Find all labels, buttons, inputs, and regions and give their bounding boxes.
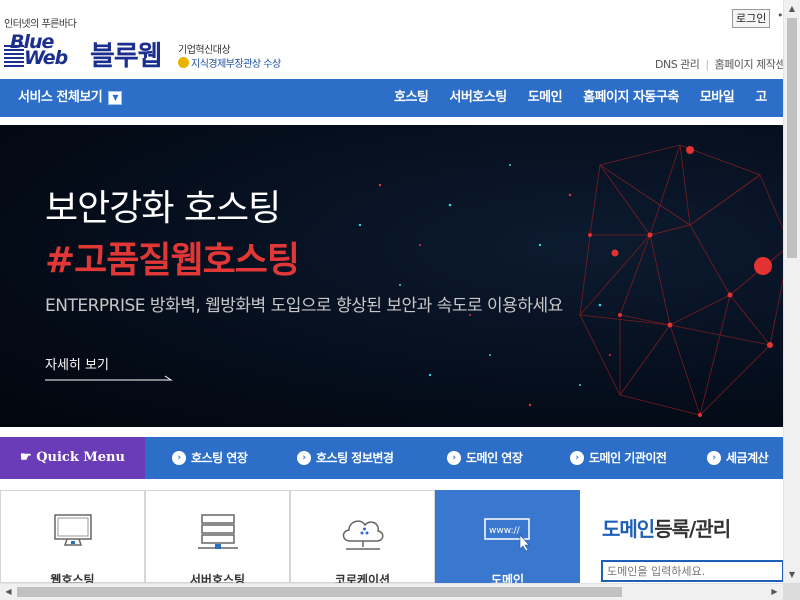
horizontal-scroll-thumb[interactable]	[17, 587, 622, 597]
dns-manage-link[interactable]: DNS 관리	[655, 58, 700, 71]
bluweb-logo[interactable]: Blue Web	[4, 33, 68, 69]
award-title: 기업혁신대상	[178, 45, 231, 56]
quick-item-label: 도메인 연장	[466, 451, 523, 465]
logo-text-web: Web	[24, 47, 68, 69]
quick-menu-label: ☛ Quick Menu	[0, 437, 145, 479]
utility-links: DNS 관리 | 홈페이지 제작센	[655, 58, 783, 71]
svg-text:www://: www://	[489, 526, 521, 536]
nav-item-cut-off[interactable]: 고	[755, 79, 767, 117]
award-subtitle-text: 지식경제부장관상 수상	[191, 59, 281, 70]
hero-banner[interactable]: 보안강화 호스팅 #고품질웹호스팅 ENTERPRISE 방화벽, 웹방화벽 도…	[0, 125, 783, 427]
tagline: 인터넷의 푸른바다	[4, 19, 77, 30]
domain-search-panel: 도메인등록/관리	[580, 490, 783, 583]
service-card-colocation[interactable]: 코로케이션	[290, 490, 435, 583]
nav-item-homepage-builder[interactable]: 홈페이지 자동구축	[583, 79, 679, 117]
domain-title-rest: 등록/관리	[654, 517, 731, 541]
domain-panel-title: 도메인등록/관리	[602, 513, 731, 542]
nav-menu: 호스팅 서버호스팅 도메인 홈페이지 자동구축 모바일 고	[394, 79, 783, 117]
chevron-right-icon: ›	[297, 451, 311, 465]
page: 인터넷의 푸른바다 Blue Web 블루웹 기업혁신대상 지식경제부장관상 수…	[0, 0, 783, 583]
all-services-label: 서비스 전체보기	[18, 90, 103, 105]
arrow-right-icon[interactable]	[45, 375, 175, 383]
scrollbar-corner	[783, 583, 800, 600]
nav-item-domain[interactable]: 도메인	[528, 79, 563, 117]
domain-title-blue: 도메인	[602, 517, 655, 541]
service-card-label: 서버호스팅	[189, 573, 246, 583]
vertical-scroll-thumb[interactable]	[787, 18, 797, 258]
quick-hosting-renew[interactable]: › 호스팅 연장	[172, 437, 248, 479]
chevron-right-icon: ›	[172, 451, 186, 465]
quick-hosting-info-change[interactable]: › 호스팅 정보변경	[297, 437, 394, 479]
all-services-menu[interactable]: 서비스 전체보기 ▼	[18, 79, 123, 117]
cloud-icon	[342, 520, 383, 550]
service-card-label: 웹호스팅	[50, 573, 95, 583]
quick-domain-renew[interactable]: › 도메인 연장	[447, 437, 523, 479]
particle-dots	[358, 164, 611, 407]
monitor-icon	[53, 514, 92, 546]
medal-icon	[178, 57, 189, 68]
scroll-right-icon[interactable]: ▶	[766, 584, 783, 600]
chevron-right-icon: ›	[707, 451, 721, 465]
service-card-server-hosting[interactable]: 서버호스팅	[145, 490, 290, 583]
quick-item-label: 세금계산	[726, 451, 769, 465]
chevron-down-icon[interactable]: ▼	[108, 91, 123, 105]
server-icon	[197, 514, 238, 549]
service-card-web-hosting[interactable]: 웹호스팅	[0, 490, 145, 583]
hero-title: 보안강화 호스팅	[45, 188, 281, 229]
chevron-right-icon: ›	[447, 451, 461, 465]
hero-subtitle: #고품질웹호스팅	[45, 240, 300, 281]
vertical-scrollbar[interactable]: ▲ ▼	[783, 0, 800, 583]
award-subtitle: 지식경제부장관상 수상	[178, 55, 281, 70]
service-card-domain[interactable]: www:// 도메인	[435, 490, 580, 583]
chevron-right-icon: ›	[570, 451, 584, 465]
login-button[interactable]: 로그인	[732, 9, 771, 28]
main-nav: 서비스 전체보기 ▼ 호스팅 서버호스팅 도메인 홈페이지 자동구축 모바일 고	[0, 79, 783, 117]
service-card-label: 도메인	[490, 573, 525, 583]
scroll-down-icon[interactable]: ▼	[784, 566, 800, 583]
domain-search-input[interactable]	[601, 560, 783, 582]
nav-item-mobile[interactable]: 모바일	[700, 79, 735, 117]
quick-domain-transfer[interactable]: › 도메인 기관이전	[570, 437, 667, 479]
scroll-up-icon[interactable]: ▲	[784, 0, 800, 17]
horizontal-scrollbar[interactable]: ◀ ▶	[0, 583, 783, 600]
quick-item-label: 호스팅 연장	[191, 451, 248, 465]
nav-item-server-hosting[interactable]: 서버호스팅	[449, 79, 507, 117]
brand-name[interactable]: 블루웹	[90, 34, 163, 73]
quick-item-label: 도메인 기관이전	[589, 451, 667, 465]
www-cursor-icon: www://	[483, 518, 530, 551]
quick-tax-invoice[interactable]: › 세금계산	[707, 437, 769, 479]
service-cards: 웹호스팅 서버호스팅 코로케이션 www:// 도메인 도메인등록/관리 도메인…	[0, 490, 783, 583]
nav-item-hosting[interactable]: 호스팅	[394, 79, 429, 117]
quick-menu-bar: ☛ Quick Menu › 호스팅 연장 › 호스팅 정보변경 › 도메인 연장 ›…	[0, 437, 783, 479]
quick-item-label: 호스팅 정보변경	[316, 451, 394, 465]
hero-description: ENTERPRISE 방화벽, 웹방화벽 도입으로 향상된 보안과 속도로 이용…	[45, 296, 563, 316]
hero-more-link[interactable]: 자세히 보기	[45, 354, 109, 373]
service-card-label: 코로케이션	[334, 573, 391, 583]
scroll-left-icon[interactable]: ◀	[0, 584, 17, 600]
homepage-center-link[interactable]: 홈페이지 제작센	[715, 58, 783, 71]
